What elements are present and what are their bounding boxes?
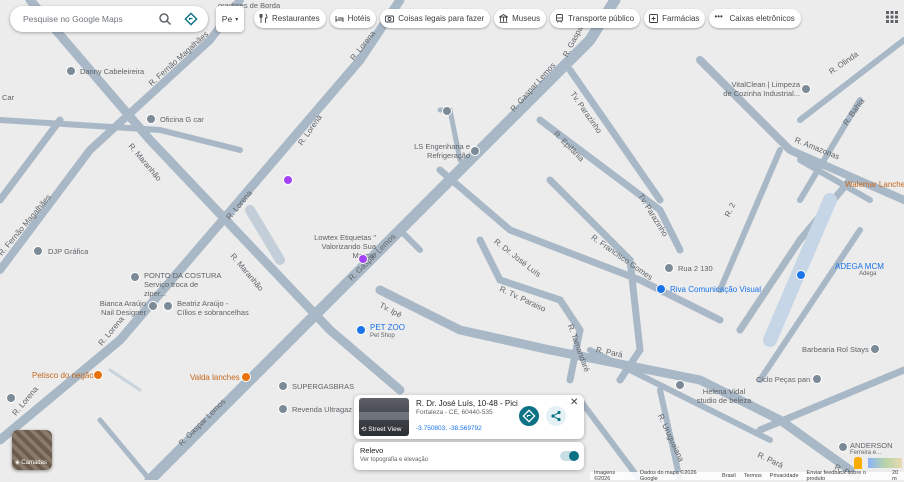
chip-caixas[interactable]: ••• Caixas eletrônicos (709, 9, 801, 28)
footer-terms[interactable]: Termos (744, 473, 762, 479)
poi-pin-icon[interactable] (33, 246, 43, 256)
street-view-label: ⟲ Street View (361, 426, 402, 433)
footer-feedback[interactable]: Enviar feedback sobre o produto (807, 470, 885, 482)
relief-title: Relevo (360, 446, 384, 455)
relief-toggle[interactable] (560, 451, 579, 461)
language-button[interactable]: Pe ▾ (216, 6, 244, 32)
footer-imagery: Imagens ©2026 (594, 470, 616, 482)
poi-pin-icon[interactable] (6, 393, 16, 403)
poi-label[interactable]: Danny Cabeleireira (80, 67, 144, 76)
poi-label[interactable]: ADEGA MCM (835, 262, 884, 271)
poi-label[interactable]: Adega (859, 271, 876, 277)
poi-pin-icon[interactable] (870, 344, 880, 354)
footer-country[interactable]: Brasil (722, 473, 736, 479)
poi-label[interactable]: PET ZOO (370, 323, 405, 332)
poi-label[interactable]: Bianca Araújo Nail Designer (96, 299, 146, 317)
search-icon[interactable] (158, 12, 172, 26)
poi-label[interactable]: Ferreira e... (850, 450, 881, 456)
card-subtitle: Fortaleza - CE, 60440-535 (416, 409, 493, 416)
poi-label[interactable]: Petisco do negão (32, 371, 94, 380)
directions-icon[interactable] (184, 12, 198, 26)
poi-pin-icon[interactable] (66, 66, 76, 76)
poi-label[interactable]: Revenda Ultragaz (292, 405, 352, 414)
poi-label[interactable]: Helena Vidal studio de beleza (696, 387, 752, 405)
apps-grid-icon[interactable] (886, 11, 898, 23)
poi-label[interactable]: Pet Shop (370, 333, 395, 339)
poi-label[interactable]: DJP Gráfica (48, 247, 88, 256)
chip-restaurantes[interactable]: Restaurantes (254, 9, 326, 28)
close-icon[interactable]: ✕ (570, 397, 578, 408)
category-chips: Restaurantes Hotéis Coisas legais para f… (254, 9, 801, 28)
poi-pin-icon[interactable] (163, 301, 173, 311)
chip-transporte[interactable]: Transporte público (550, 9, 641, 28)
card-coordinates[interactable]: -3.750803, -38.569792 (416, 425, 482, 432)
poi-label[interactable]: Rua 2 130 (678, 264, 713, 273)
relief-layer-card[interactable]: Relevo Ver topografia e elevação (354, 442, 584, 470)
poi-pin-icon[interactable] (278, 381, 288, 391)
more-icon: ••• (714, 12, 723, 21)
layers-label: ◈ Camadas (15, 460, 47, 466)
poi-pin-icon[interactable] (838, 442, 848, 452)
directions-button[interactable] (519, 406, 539, 426)
chip-coisas-legais[interactable]: Coisas legais para fazer (380, 9, 491, 28)
fork-knife-icon (259, 14, 268, 23)
poi-label[interactable]: VitalClean | Limpeza de Cozinha Industri… (722, 80, 800, 98)
poi-label[interactable]: Riva Comunicação Visual (670, 285, 761, 294)
poi-label[interactable]: PONTO DA COSTURA Serviço troca de ziper.… (144, 271, 222, 298)
search-input[interactable] (21, 13, 157, 25)
poi-label[interactable]: Beatriz Araújo - Cílios e sobrancelhas (177, 299, 249, 317)
chip-hoteis[interactable]: Hotéis (329, 9, 377, 28)
poi-pin-icon[interactable] (148, 301, 158, 311)
camera-icon (385, 15, 395, 23)
bed-icon (335, 16, 344, 22)
chevron-down-icon: ▾ (235, 16, 239, 23)
poi-label[interactable]: Oficina G car (160, 115, 204, 124)
poi-label[interactable]: Car (2, 93, 14, 102)
museum-icon (499, 14, 509, 23)
imagery-thumbnail[interactable] (868, 458, 902, 468)
poi-pin-icon[interactable] (130, 272, 140, 282)
poi-pin-icon[interactable] (146, 114, 156, 124)
poi-label[interactable]: Valda lanches (190, 373, 240, 382)
footer-privacy[interactable]: Privacidade (770, 473, 799, 479)
share-button[interactable] (546, 406, 566, 426)
search-box[interactable] (10, 6, 208, 32)
poi-pin-icon[interactable] (278, 404, 288, 414)
poi-pin-icon[interactable] (656, 284, 666, 294)
map-footer: Imagens ©2026 Dados do mapa ©2026 Google… (590, 470, 904, 482)
card-title: R. Dr. José Luís, 10-48 - Pici (416, 399, 518, 408)
location-info-card[interactable]: ⟲ Street View R. Dr. José Luís, 10-48 - … (354, 395, 584, 439)
poi-label[interactable]: Ciclo Peças pan (756, 375, 810, 384)
layers-button[interactable]: ◈ Camadas (12, 430, 52, 470)
poi-pin-icon[interactable] (93, 370, 103, 380)
poi-pin-icon[interactable] (664, 263, 674, 273)
poi-pin-icon[interactable] (283, 175, 293, 185)
poi-label[interactable]: ANDERSON (850, 441, 893, 450)
poi-label[interactable]: Walemar Lanches (845, 180, 904, 189)
poi-pin-icon[interactable] (812, 374, 822, 384)
poi-label[interactable]: LS Engenharia e Refrigeração (414, 142, 470, 160)
poi-pin-icon[interactable] (470, 146, 480, 156)
poi-pin-icon[interactable] (241, 372, 251, 382)
poi-pin-icon[interactable] (442, 106, 452, 116)
poi-label[interactable]: Barbearia Rol Stays (802, 345, 869, 354)
poi-label[interactable]: SUPERGASBRAS (292, 382, 354, 391)
pegman-icon[interactable] (854, 457, 862, 469)
poi-pin-icon[interactable] (796, 270, 806, 280)
chip-museus[interactable]: Museus (494, 9, 547, 28)
footer-map-data[interactable]: Dados do mapa ©2026 Google (640, 470, 714, 482)
footer-scale[interactable]: 20 m (892, 470, 904, 482)
poi-pin-icon[interactable] (675, 380, 685, 390)
train-icon (556, 14, 564, 23)
directions-icon (522, 409, 536, 423)
poi-pin-icon[interactable] (356, 325, 366, 335)
relief-subtitle: Ver topografia e elevação (360, 457, 429, 463)
chip-farmacias[interactable]: Farmácias (644, 9, 706, 28)
poi-pin-icon[interactable] (358, 254, 368, 264)
pharmacy-icon (649, 14, 659, 23)
poi-pin-icon[interactable] (801, 84, 811, 94)
street-view-thumbnail[interactable]: ⟲ Street View (359, 398, 409, 436)
share-icon (551, 410, 561, 422)
